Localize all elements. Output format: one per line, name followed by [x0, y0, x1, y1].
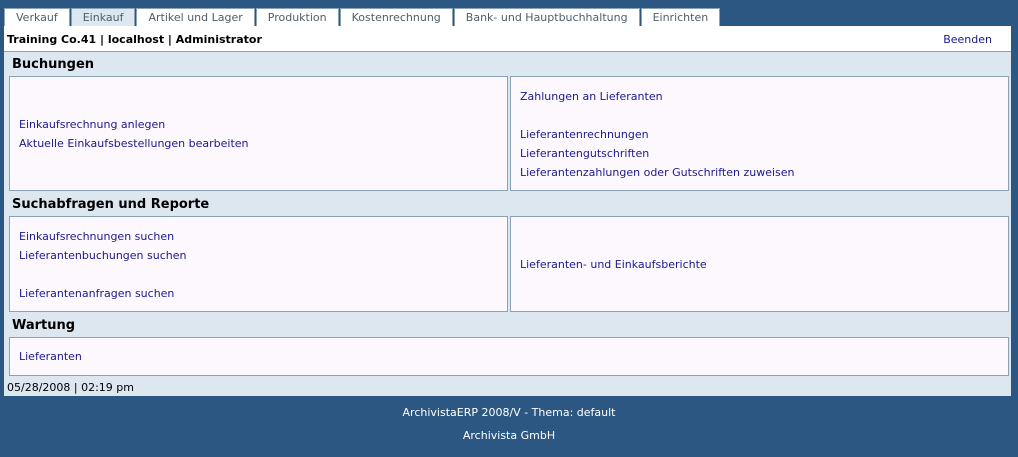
- company-info: Training Co.41 | localhost | Administrat…: [7, 33, 262, 46]
- tab-bank-und-hauptbuchhaltung[interactable]: Bank- und Hauptbuchhaltung: [453, 8, 640, 26]
- suchabfragen-left-box: Einkaufsrechnungen suchen Lieferantenbuc…: [9, 216, 508, 312]
- link-lieferantengutschriften[interactable]: Lieferantengutschriften: [520, 147, 649, 160]
- suchabfragen-right-box: Lieferanten- und Einkaufsberichte: [510, 216, 1009, 312]
- datetime-stamp: 05/28/2008 | 02:19 pm: [7, 381, 134, 394]
- link-zahlungen-an-lieferanten[interactable]: Zahlungen an Lieferanten: [520, 90, 663, 103]
- main-panel: Training Co.41 | localhost | Administrat…: [4, 26, 1011, 396]
- link-einkaufsrechnungen-suchen[interactable]: Einkaufsrechnungen suchen: [19, 230, 174, 243]
- tab-kostenrechnung[interactable]: Kostenrechnung: [339, 8, 453, 26]
- link-einkaufsrechnung-anlegen[interactable]: Einkaufsrechnung anlegen: [19, 118, 165, 131]
- tab-verkauf[interactable]: Verkauf: [4, 8, 70, 26]
- logout-link[interactable]: Beenden: [943, 33, 992, 46]
- buchungen-left-box: Einkaufsrechnung anlegen Aktuelle Einkau…: [9, 76, 508, 191]
- tab-artikel-und-lager[interactable]: Artikel und Lager: [136, 8, 255, 26]
- module-tabs: Verkauf Einkauf Artikel und Lager Produk…: [4, 8, 721, 27]
- header-bar: Training Co.41 | localhost | Administrat…: [4, 26, 1011, 52]
- link-lieferantenanfragen-suchen[interactable]: Lieferantenanfragen suchen: [19, 287, 174, 300]
- wartung-box: Lieferanten: [9, 337, 1009, 376]
- link-lieferanten[interactable]: Lieferanten: [19, 350, 82, 363]
- section-title-buchungen: Buchungen: [12, 57, 95, 72]
- link-lieferantenbuchungen-suchen[interactable]: Lieferantenbuchungen suchen: [19, 249, 186, 262]
- tab-produktion[interactable]: Produktion: [255, 8, 339, 26]
- link-einkaufsbestellungen-bearbeiten[interactable]: Aktuelle Einkaufsbestellungen bearbeiten: [19, 137, 249, 150]
- buchungen-right-box: Zahlungen an Lieferanten Lieferantenrech…: [510, 76, 1009, 191]
- section-title-suchabfragen: Suchabfragen und Reporte: [12, 197, 210, 212]
- tab-einkauf[interactable]: Einkauf: [70, 8, 136, 27]
- footer-company: Archivista GmbH: [462, 429, 556, 442]
- link-lieferantenrechnungen[interactable]: Lieferantenrechnungen: [520, 128, 649, 141]
- tab-einrichten[interactable]: Einrichten: [640, 8, 721, 26]
- section-title-wartung: Wartung: [12, 318, 76, 333]
- link-lieferanten-einkaufsberichte[interactable]: Lieferanten- und Einkaufsberichte: [520, 258, 707, 271]
- link-gutschriften-zuweisen[interactable]: Lieferantenzahlungen oder Gutschriften z…: [520, 166, 794, 179]
- footer-version: ArchivistaERP 2008/V - Thema: default: [402, 406, 616, 419]
